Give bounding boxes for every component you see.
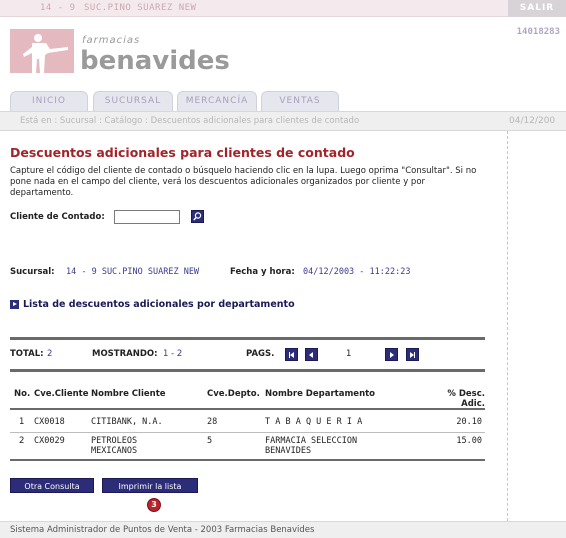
cell-desc: 20.10: [456, 417, 482, 427]
search-button[interactable]: [191, 210, 204, 223]
prev-page-button[interactable]: [305, 348, 318, 361]
breadcrumb: Está en : Sucursal : Catálogo : Descuent…: [20, 116, 360, 126]
list-link-label: Lista de descuentos adicionales por depa…: [23, 299, 295, 310]
divider: [10, 337, 485, 340]
pager: TOTAL: 2 MOSTRANDO: 1 - 2 PAGS. 1: [10, 348, 485, 362]
showing-label: MOSTRANDO:: [92, 349, 158, 359]
cell-desc: 15.00: [456, 436, 482, 446]
header: farmacias benavides 14018283: [0, 17, 566, 87]
logo-big-text: benavides: [80, 46, 230, 76]
breadcrumb-bar: Está en : Sucursal : Catálogo : Descuent…: [0, 111, 566, 131]
session-code: 14018283: [516, 27, 560, 37]
sucursal-value: 14 - 9 SUC.PINO SUAREZ NEW: [66, 267, 200, 277]
top-bar: 14 - 9 SUC.PINO SUAREZ NEW SALIR: [0, 0, 566, 17]
list-link[interactable]: Lista de descuentos adicionales por depa…: [10, 299, 295, 310]
table-header-rule: [10, 408, 485, 410]
cell-nombre-cliente: CITIBANK, N.A.: [91, 417, 163, 427]
otra-consulta-button[interactable]: Otra Consulta: [10, 478, 94, 493]
step-badge: 3: [147, 498, 161, 512]
footer-text: Sistema Administrador de Puntos de Venta…: [10, 525, 315, 535]
page-title: Descuentos adicionales para clientes de …: [10, 145, 355, 160]
store-number: 14 - 9: [40, 3, 76, 13]
client-input[interactable]: [114, 210, 180, 224]
table-bottom-rule: [10, 459, 485, 461]
cell-no: 2: [19, 436, 25, 446]
cell-nombre-depto-2: BENAVIDES: [265, 446, 312, 456]
main-tabs: INICIO SUCURSAL MERCANCÍA VENTAS: [0, 87, 566, 111]
logo-small-text: farmacias: [82, 35, 140, 46]
col-header-desc: % Desc.: [447, 389, 485, 399]
tab-inicio[interactable]: INICIO: [10, 91, 88, 111]
col-header-nombre-depto: Nombre Departamento: [265, 389, 376, 399]
next-page-button[interactable]: [385, 348, 398, 361]
table-row[interactable]: 2 CX0029 PETROLEOS MEXICANOS 5 FARMACIA …: [10, 436, 485, 458]
divider: [10, 369, 485, 372]
fecha-label: Fecha y hora:: [230, 267, 295, 277]
col-header-cve-cliente: Cve.Cliente: [34, 389, 89, 399]
client-label: Cliente de Contado:: [10, 212, 105, 222]
total-value: 2: [47, 349, 53, 359]
current-page: 1: [346, 349, 352, 359]
sucursal-label: Sucursal:: [10, 267, 55, 277]
benavides-logo[interactable]: farmacias benavides: [10, 29, 230, 77]
imprimir-button[interactable]: Imprimir la lista: [102, 478, 198, 493]
tab-sucursal[interactable]: SUCURSAL: [93, 91, 173, 111]
fecha-value: 04/12/2003 - 11:22:23: [303, 267, 411, 277]
tab-ventas[interactable]: VENTAS: [261, 91, 339, 111]
logout-button[interactable]: SALIR: [508, 0, 566, 17]
cell-cve-cliente: CX0018: [34, 417, 65, 427]
pages-label: PAGS.: [246, 349, 275, 359]
cell-nombre-depto: FARMACIA SELECCION: [265, 436, 358, 446]
search-icon: [193, 212, 202, 221]
first-page-button[interactable]: [285, 348, 298, 361]
store-name: SUC.PINO SUAREZ NEW: [84, 3, 197, 13]
cell-nombre-depto: T A B A Q U E R I A: [265, 417, 363, 427]
showing-value: 1 - 2: [163, 349, 183, 359]
cell-nombre-cliente: PETROLEOS: [91, 436, 138, 446]
col-header-no: No.: [14, 389, 31, 399]
col-header-cve-depto: Cve.Depto.: [207, 389, 260, 399]
total-label: TOTAL:: [10, 349, 44, 359]
cell-cve-cliente: CX0029: [34, 436, 65, 446]
tab-mercancia[interactable]: MERCANCÍA: [177, 91, 257, 111]
arrow-right-icon: [10, 300, 19, 309]
cell-cve-depto: 28: [207, 417, 218, 427]
cell-cve-depto: 5: [207, 436, 213, 446]
cell-no: 1: [19, 417, 25, 427]
col-header-nombre-cliente: Nombre Cliente: [91, 389, 166, 399]
last-page-button[interactable]: [406, 348, 419, 361]
breadcrumb-date: 04/12/200: [509, 116, 556, 126]
intro-text: Capture el código del cliente de contado…: [10, 166, 477, 198]
cell-nombre-cliente-2: MEXICANOS: [91, 446, 138, 456]
table-row[interactable]: 1 CX0018 CITIBANK, N.A. 28 T A B A Q U E…: [10, 417, 485, 431]
row-divider: [10, 432, 485, 433]
right-column: [507, 131, 566, 521]
footer: Sistema Administrador de Puntos de Venta…: [0, 521, 566, 538]
